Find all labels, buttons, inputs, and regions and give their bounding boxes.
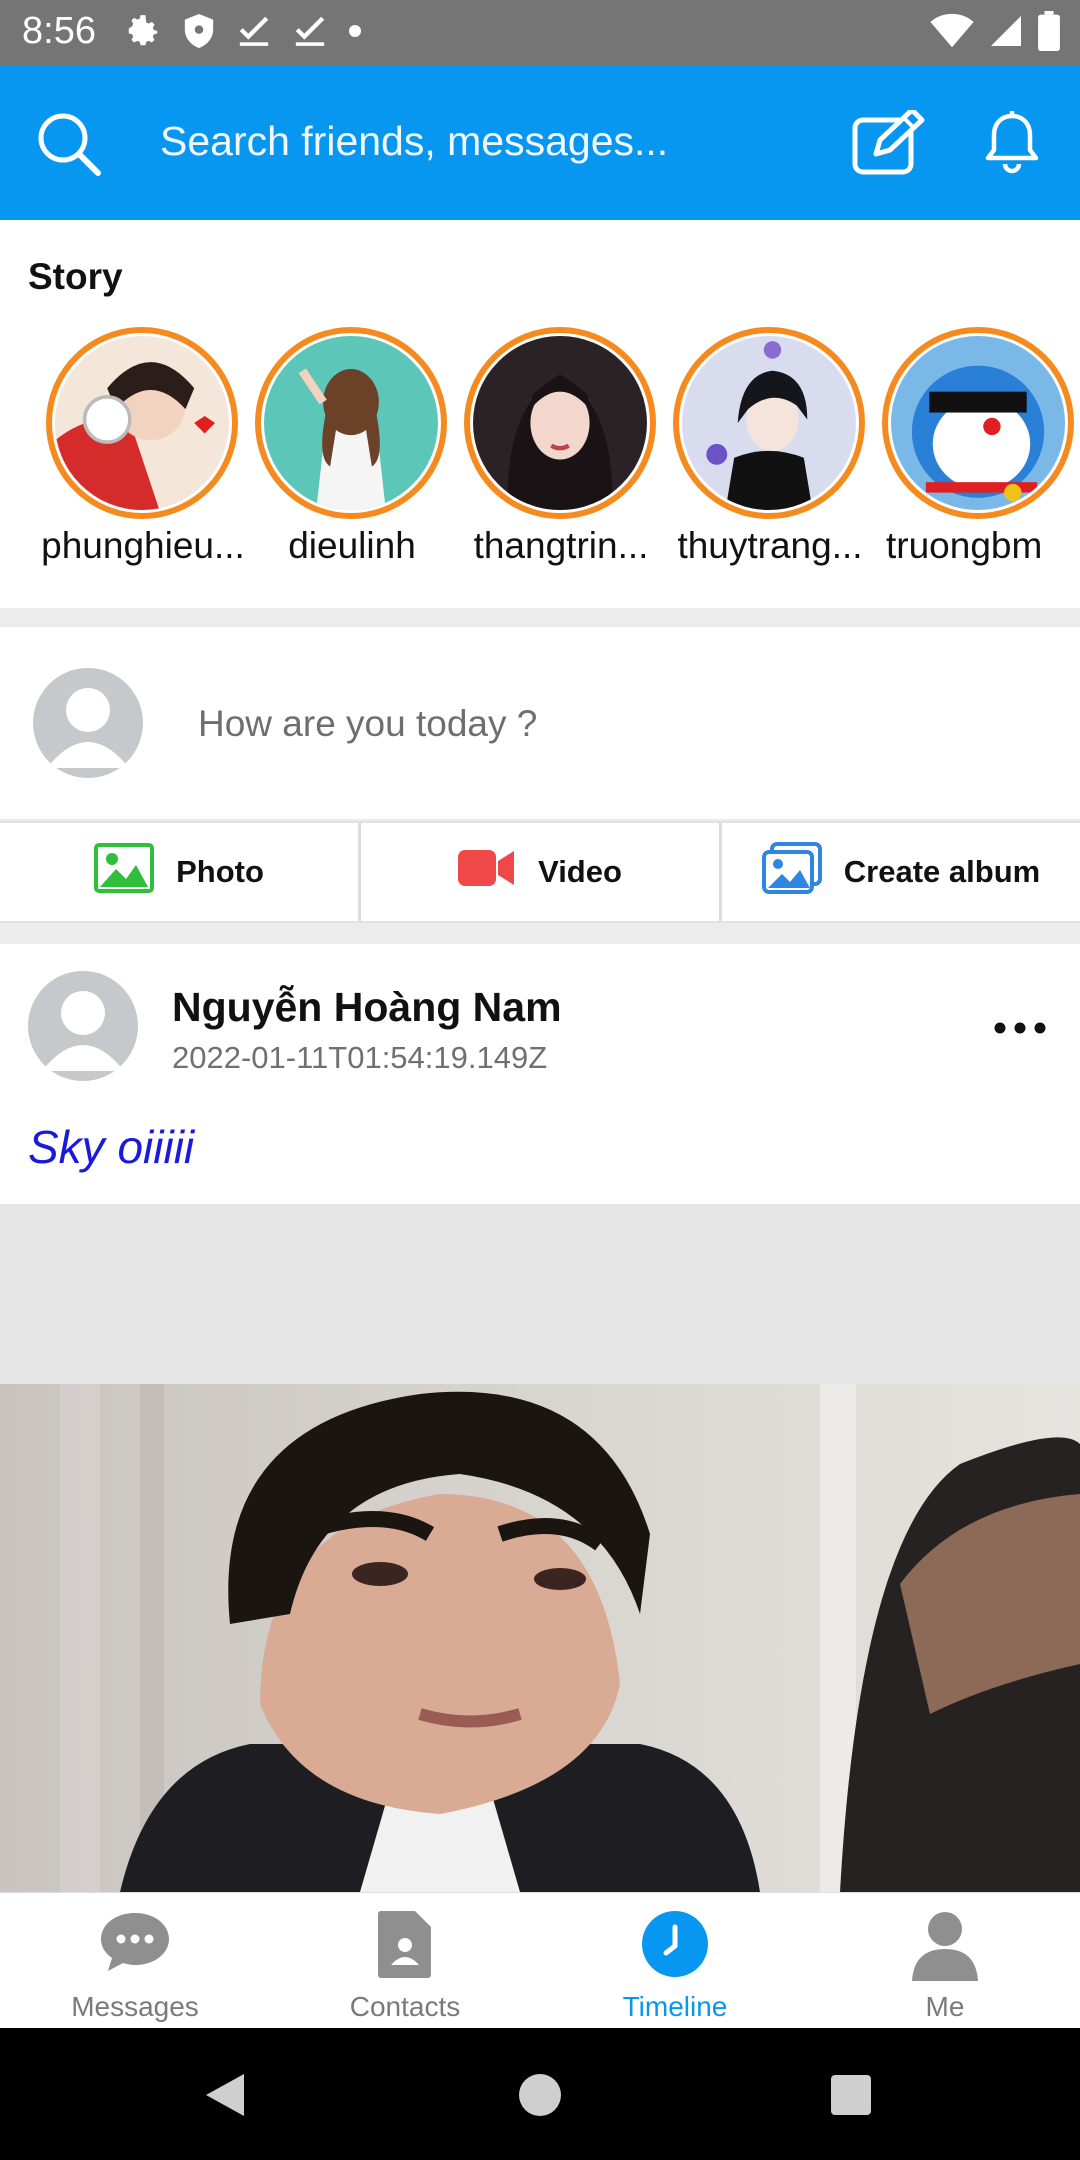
- shield-icon: [182, 12, 216, 55]
- create-album-button[interactable]: Create album: [722, 823, 1080, 921]
- app-header: Search friends, messages...: [0, 66, 1080, 220]
- story-avatar-image: [264, 336, 438, 510]
- search-input[interactable]: Search friends, messages...: [160, 118, 668, 165]
- story-ring: [673, 327, 865, 519]
- story-title: Story: [28, 256, 123, 297]
- checkmark-icon: [292, 14, 328, 53]
- story-ring: [46, 327, 238, 519]
- bell-icon[interactable]: [984, 110, 1040, 176]
- video-button[interactable]: Video: [361, 823, 722, 921]
- image-icon: [94, 843, 155, 901]
- post-photo[interactable]: [0, 1384, 1080, 1892]
- story-ring: [464, 327, 656, 519]
- more-options-icon[interactable]: [990, 1014, 1050, 1042]
- story-username: phunghieu...: [41, 525, 245, 566]
- nav-contacts[interactable]: Contacts: [270, 1893, 540, 2028]
- status-system-icons: [930, 10, 1060, 56]
- compose-edit-icon[interactable]: [852, 107, 926, 176]
- story-item[interactable]: thangtrin...: [460, 327, 660, 566]
- battery-icon: [1038, 10, 1060, 56]
- post-author-avatar[interactable]: [28, 971, 138, 1081]
- wifi-icon: [930, 13, 974, 54]
- post-composer: How are you today ?: [0, 627, 1080, 819]
- nav-me-label: Me: [925, 1991, 965, 2022]
- status-bar: 8:56: [0, 0, 1080, 66]
- story-section: Story phunghieu... dieulinh thangtrin...: [0, 220, 1080, 608]
- search-icon[interactable]: [36, 111, 102, 177]
- nav-messages-label: Messages: [71, 1991, 199, 2022]
- recents-icon[interactable]: [830, 2074, 872, 2121]
- home-icon[interactable]: [518, 2073, 562, 2122]
- video-label: Video: [538, 854, 622, 889]
- dot-icon: [348, 24, 362, 43]
- story-avatar-image: [682, 336, 856, 510]
- status-time: 8:56: [22, 10, 96, 52]
- story-item[interactable]: thuytrang...: [669, 327, 869, 566]
- post-content: Sky oiiiii: [28, 1121, 195, 1173]
- story-username: truongbm: [886, 525, 1043, 566]
- post-author-name[interactable]: Nguyễn Hoàng Nam: [172, 984, 562, 1031]
- nav-timeline[interactable]: Timeline: [540, 1893, 810, 2028]
- back-icon[interactable]: [204, 2072, 246, 2123]
- status-notification-icons: [124, 10, 362, 56]
- nav-messages[interactable]: Messages: [0, 1893, 270, 2028]
- story-avatar-image: [891, 336, 1065, 510]
- story-avatar-image: [473, 336, 647, 510]
- photo-label: Photo: [176, 854, 264, 889]
- create-album-label: Create album: [843, 854, 1041, 889]
- post-card: Nguyễn Hoàng Nam 2022-01-11T01:54:19.149…: [0, 944, 1080, 1204]
- composer-actions: Photo Video Create album: [0, 821, 1080, 923]
- story-item[interactable]: phunghieu...: [41, 327, 245, 566]
- video-camera-icon: [458, 848, 516, 896]
- chat-bubble-icon: [0, 1909, 270, 1975]
- contact-card-icon: [270, 1909, 540, 1979]
- cell-signal-icon: [988, 13, 1024, 54]
- story-ring: [882, 327, 1074, 519]
- nav-me[interactable]: Me: [810, 1893, 1080, 2028]
- nav-contacts-label: Contacts: [349, 1991, 461, 2022]
- nav-timeline-label: Timeline: [622, 1991, 728, 2022]
- story-username: thuytrang...: [677, 525, 863, 566]
- story-username: dieulinh: [288, 525, 416, 566]
- story-item[interactable]: truongbm: [878, 327, 1078, 566]
- system-navigation-bar: [0, 2028, 1080, 2160]
- status-input[interactable]: How are you today ?: [198, 703, 537, 745]
- user-avatar[interactable]: [33, 668, 143, 778]
- person-icon: [810, 1909, 1080, 1981]
- story-ring: [255, 327, 447, 519]
- story-avatar-image: [55, 336, 229, 510]
- image-placeholder: [0, 1204, 1080, 1384]
- settings-gear-icon: [124, 12, 162, 55]
- album-icon: [761, 842, 822, 902]
- story-item[interactable]: dieulinh: [251, 327, 451, 566]
- photo-button[interactable]: Photo: [0, 823, 361, 921]
- bottom-navigation: Messages Contacts Timeline Me: [0, 1892, 1080, 2028]
- checkmark-icon: [236, 14, 272, 53]
- story-username: thangtrin...: [473, 525, 649, 566]
- post-timestamp: 2022-01-11T01:54:19.149Z: [172, 1040, 548, 1075]
- clock-icon: [540, 1909, 810, 1979]
